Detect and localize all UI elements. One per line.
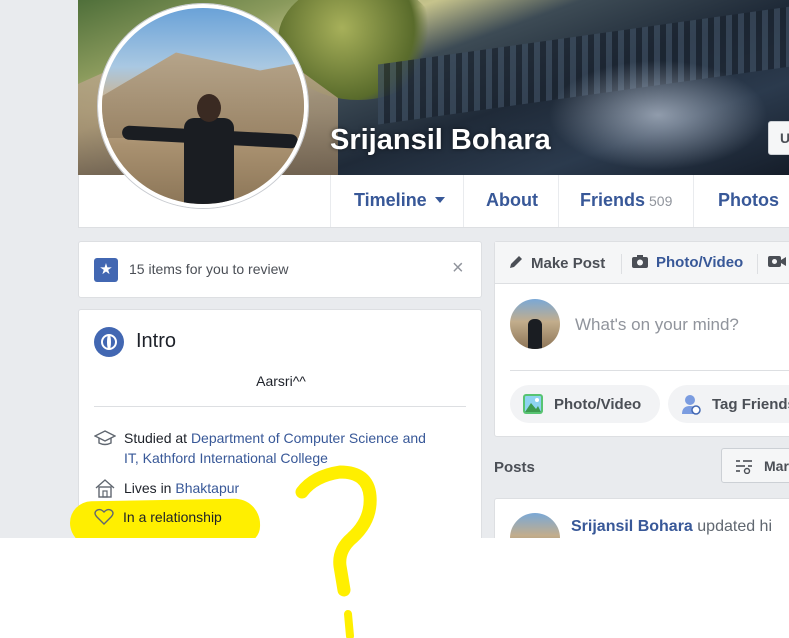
photo-video-tab-label: Photo/Video — [656, 254, 744, 271]
make-post-tab[interactable]: Make Post — [508, 254, 605, 272]
photo-video-tab[interactable]: Photo/Video — [621, 254, 743, 274]
tab-about[interactable]: About — [463, 175, 559, 227]
post-avatar[interactable] — [510, 513, 560, 538]
photo-video-button-label: Photo/Video — [554, 396, 642, 413]
tab-photos[interactable]: Photos — [693, 175, 789, 227]
close-icon[interactable]: × — [452, 258, 464, 278]
avatar-person-body — [184, 118, 234, 204]
home-icon — [95, 479, 115, 498]
intro-bio: Aarsri^^ — [256, 373, 306, 389]
tab-friends[interactable]: Friends 509 — [558, 175, 694, 227]
friends-count: 509 — [649, 193, 673, 209]
profile-picture[interactable] — [98, 4, 308, 208]
manage-posts-label: Mar — [764, 458, 789, 474]
composer-input[interactable]: What's on your mind? — [575, 315, 739, 335]
cover-action-button[interactable]: U — [768, 121, 789, 155]
heart-icon — [94, 508, 114, 525]
manage-icon — [736, 460, 752, 474]
avatar-person-head — [197, 94, 221, 122]
tab-timeline-label: Timeline — [354, 190, 427, 210]
intro-title: Intro — [136, 330, 177, 352]
composer-avatar[interactable] — [510, 299, 560, 349]
composer-tabs: Make Post Photo/Video — [495, 242, 789, 284]
camera-icon — [632, 255, 648, 268]
intro-divider — [94, 406, 466, 407]
education-prefix: Studied at — [124, 430, 191, 446]
cover-smoke — [548, 60, 768, 170]
posts-heading: Posts — [494, 459, 535, 476]
graduation-cap-icon — [94, 430, 116, 446]
composer-card: Make Post Photo/Video What's on your min… — [494, 241, 789, 437]
post-author-link[interactable]: Srijansil Bohara — [571, 518, 693, 535]
post-card: Srijansil Bohara updated hi — [494, 498, 789, 538]
question-mark-annotation — [295, 465, 377, 638]
tab-friends-label: Friends — [580, 190, 646, 210]
tag-friends-button-label: Tag Friends — [712, 396, 789, 413]
globe-icon — [94, 327, 124, 357]
photo-icon — [523, 394, 543, 414]
post-action-text: updated hi — [692, 518, 773, 535]
tab-photos-label: Photos — [718, 190, 779, 210]
video-camera-icon — [768, 256, 786, 267]
tab-timeline[interactable]: Timeline — [330, 175, 464, 227]
review-text[interactable]: 15 items for you to review — [129, 261, 289, 277]
pencil-icon — [510, 256, 522, 268]
location-link[interactable]: Bhaktapur — [175, 480, 239, 496]
tag-friends-icon — [682, 395, 701, 415]
post-title: Srijansil Bohara updated hi — [571, 518, 772, 536]
make-post-label: Make Post — [531, 255, 606, 272]
location-prefix: Lives in — [124, 480, 176, 496]
review-card[interactable]: ★ 15 items for you to review × — [78, 241, 482, 298]
photo-video-button[interactable]: Photo/Video — [510, 385, 660, 423]
profile-name[interactable]: Srijansil Bohara — [330, 124, 551, 157]
tab-about-label: About — [486, 190, 538, 210]
manage-posts-button[interactable]: Mar — [721, 448, 789, 483]
live-video-tab[interactable] — [757, 254, 787, 274]
screenshot-area: Srijansil Bohara U Timeline About Friend… — [0, 0, 789, 538]
composer-divider — [510, 370, 789, 371]
tag-friends-button[interactable]: Tag Friends — [668, 385, 789, 423]
caret-down-icon — [434, 197, 445, 203]
star-icon: ★ — [94, 258, 118, 282]
